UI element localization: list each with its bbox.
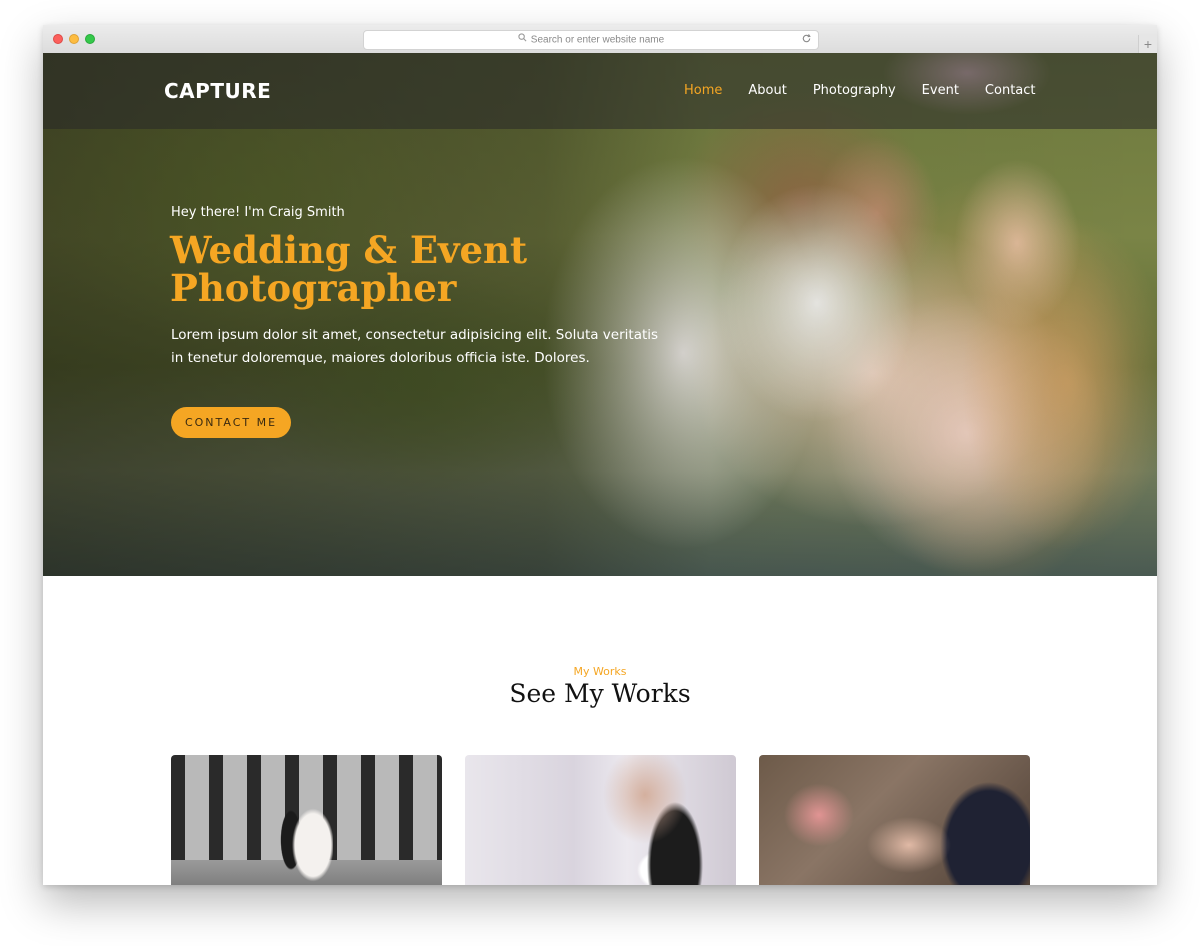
nav-item-home[interactable]: Home bbox=[684, 83, 722, 98]
browser-window: Search or enter website name + CAPTURE H… bbox=[43, 25, 1157, 885]
reload-icon[interactable] bbox=[801, 33, 812, 51]
address-placeholder: Search or enter website name bbox=[530, 34, 665, 46]
thumbnail-couple bbox=[273, 785, 333, 885]
nav-item-photography[interactable]: Photography bbox=[813, 83, 896, 98]
works-eyebrow: My Works bbox=[573, 665, 627, 678]
maximize-window-icon[interactable] bbox=[85, 34, 95, 44]
works-title: See My Works bbox=[509, 679, 691, 708]
work-thumbnail-bridge-couple[interactable] bbox=[171, 755, 442, 885]
nav-item-event[interactable]: Event bbox=[922, 83, 959, 98]
contact-me-button[interactable]: CONTACT ME bbox=[171, 407, 291, 438]
work-thumbnail-veil-kiss[interactable] bbox=[465, 755, 736, 885]
hero-section: CAPTURE Home About Photography Event Con… bbox=[43, 53, 1157, 576]
browser-titlebar: Search or enter website name + bbox=[43, 25, 1157, 54]
address-bar[interactable]: Search or enter website name bbox=[363, 30, 819, 50]
main-nav: Home About Photography Event Contact bbox=[684, 83, 1062, 98]
navbar: CAPTURE Home About Photography Event Con… bbox=[43, 53, 1157, 129]
minimize-window-icon[interactable] bbox=[69, 34, 79, 44]
site-logo[interactable]: CAPTURE bbox=[164, 79, 271, 103]
hero-title: Wedding & Event Photographer bbox=[170, 228, 528, 310]
hero-overlay bbox=[43, 53, 1157, 576]
new-tab-button[interactable]: + bbox=[1138, 35, 1157, 53]
close-window-icon[interactable] bbox=[53, 34, 63, 44]
nav-item-about[interactable]: About bbox=[748, 83, 786, 98]
work-thumbnail-holding-hands[interactable] bbox=[759, 755, 1030, 885]
hero-greeting: Hey there! I'm Craig Smith bbox=[171, 205, 345, 220]
hero-description: Lorem ipsum dolor sit amet, consectetur … bbox=[171, 327, 659, 366]
search-icon bbox=[518, 31, 527, 49]
nav-item-contact[interactable]: Contact bbox=[985, 83, 1036, 98]
